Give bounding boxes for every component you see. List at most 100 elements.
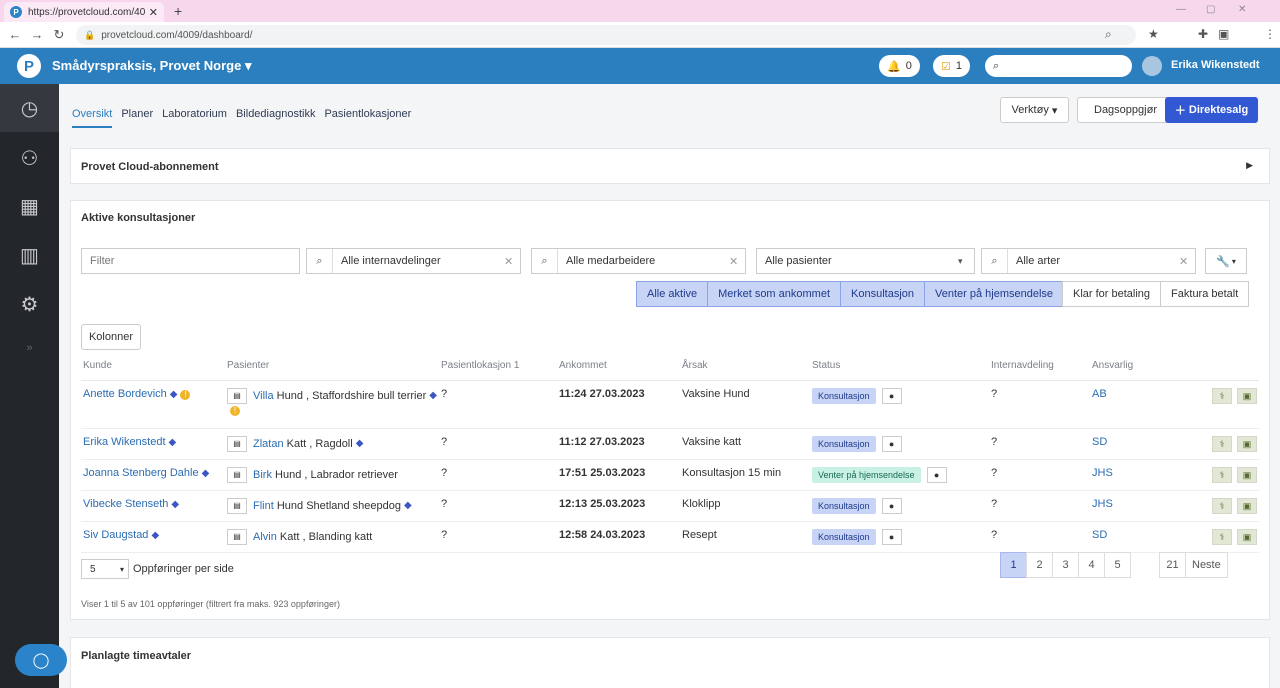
tag-button-icon[interactable]: ● <box>881 387 902 404</box>
columns-button[interactable]: Kolonner <box>81 324 141 350</box>
column-header[interactable]: Pasientlokasjon 1 <box>439 351 557 381</box>
stethoscope-icon[interactable]: ⚕ <box>1212 435 1232 452</box>
chat-button[interactable]: ◯ <box>15 644 67 676</box>
column-header[interactable]: Kunde <box>81 351 225 381</box>
patient-link[interactable]: Alvin <box>253 530 277 542</box>
browser-tab[interactable]: P https://provetcloud.com/4009/d ✕ <box>4 2 164 22</box>
responsible-cell[interactable]: JHS <box>1090 490 1170 522</box>
provet-logo-icon[interactable]: P <box>17 54 41 78</box>
column-header[interactable]: Pasienter <box>225 351 439 381</box>
status-badge[interactable]: Konsultasjon <box>812 435 876 452</box>
customer-link[interactable]: Joanna Stenberg Dahle <box>83 467 199 479</box>
page-2-button[interactable]: 2 <box>1026 552 1053 578</box>
window-close-icon[interactable]: ✕ <box>1238 4 1246 15</box>
stethoscope-icon[interactable]: ⚕ <box>1212 528 1232 545</box>
patient-link[interactable]: Birk <box>253 468 272 480</box>
customer-link[interactable]: Vibecke Stenseth <box>83 498 168 510</box>
patient-record-icon[interactable]: ▤ <box>227 435 247 452</box>
column-header[interactable]: Status <box>810 351 989 381</box>
column-header[interactable]: Internavdeling <box>989 351 1090 381</box>
status-ready-for-payment[interactable]: Klar for betaling <box>1062 281 1162 307</box>
extensions-icon[interactable]: ✚ <box>1198 27 1208 41</box>
stethoscope-icon[interactable]: ⚕ <box>1212 497 1232 514</box>
tools-dropdown-button[interactable]: Verktøy ▾ <box>1000 97 1069 123</box>
patient-record-icon[interactable]: ▤ <box>227 528 247 545</box>
subscription-panel[interactable]: Provet Cloud-abonnement ▶ <box>70 148 1270 184</box>
page-size-select[interactable]: 5 ▾ <box>81 559 129 579</box>
patient-record-icon[interactable]: ▤ <box>227 466 247 483</box>
next-page-button[interactable]: Neste <box>1185 552 1228 578</box>
tag-button-icon[interactable]: ● <box>881 497 902 514</box>
status-invoice-paid[interactable]: Faktura betalt <box>1160 281 1250 307</box>
global-search[interactable]: ⌕ <box>985 55 1132 77</box>
cash-icon[interactable]: ▣ <box>1237 497 1257 514</box>
tab-bildediagnostikk[interactable]: Bildediagnostikk <box>236 108 316 128</box>
gear-icon[interactable]: ⚙ <box>0 280 59 328</box>
stethoscope-icon[interactable]: ⚕ <box>1212 466 1232 483</box>
zoom-icon[interactable]: ⌕ <box>1105 27 1112 42</box>
staff-filter[interactable]: ⌕ Alle medarbeidere ✕ <box>531 248 746 274</box>
notifications-button[interactable]: 🔔 0 <box>879 55 920 77</box>
status-badge[interactable]: Venter på hjemsendelse <box>812 466 921 483</box>
reports-chart-icon[interactable]: ▥ <box>0 231 59 279</box>
cash-icon[interactable]: ▣ <box>1237 466 1257 483</box>
page-1-button[interactable]: 1 <box>1000 552 1027 578</box>
customer-link[interactable]: Anette Bordevich <box>83 388 167 400</box>
status-awaiting-discharge[interactable]: Venter på hjemsendelse <box>924 281 1065 307</box>
page-3-button[interactable]: 3 <box>1052 552 1079 578</box>
daily-settlement-button[interactable]: Dagsoppgjør <box>1077 97 1174 123</box>
page-21-button[interactable]: 21 <box>1159 552 1186 578</box>
avatar[interactable] <box>1142 56 1162 76</box>
minimize-icon[interactable]: — <box>1176 4 1186 15</box>
tag-button-icon[interactable]: ● <box>881 435 902 452</box>
dashboard-gauge-icon[interactable]: ◷ <box>0 84 59 132</box>
clear-icon[interactable]: ✕ <box>504 255 520 268</box>
clear-icon[interactable]: ✕ <box>729 255 745 268</box>
filter-field[interactable] <box>81 248 300 274</box>
status-consultation[interactable]: Konsultasjon <box>840 281 926 307</box>
species-filter[interactable]: ⌕ Alle arter ✕ <box>981 248 1196 274</box>
customer-link[interactable]: Erika Wikenstedt <box>83 436 166 448</box>
patient-link[interactable]: Zlatan <box>253 437 284 449</box>
tab-laboratorium[interactable]: Laboratorium <box>162 108 227 128</box>
url-field[interactable]: 🔒 provetcloud.com/4009/dashboard/ <box>76 25 1136 45</box>
clinic-selector[interactable]: Smådyrspraksis, Provet Norge ▾ <box>52 58 251 74</box>
tasks-button[interactable]: ☑ 1 <box>933 55 970 77</box>
status-badge[interactable]: Konsultasjon <box>812 387 876 404</box>
department-filter[interactable]: ⌕ Alle internavdelinger ✕ <box>306 248 521 274</box>
status-badge[interactable]: Konsultasjon <box>812 497 876 514</box>
patient-link[interactable]: Flint <box>253 499 274 511</box>
tag-button-icon[interactable]: ● <box>881 528 902 545</box>
tab-pasientlokasjoner[interactable]: Pasientlokasjoner <box>324 108 411 128</box>
clear-icon[interactable]: ✕ <box>1179 255 1195 268</box>
global-search-input[interactable] <box>1004 60 1115 72</box>
direct-sale-button[interactable]: ＋ Direktesalg <box>1165 97 1258 123</box>
forward-icon[interactable]: → <box>26 27 48 42</box>
cash-icon[interactable]: ▣ <box>1237 528 1257 545</box>
cash-icon[interactable]: ▣ <box>1237 387 1257 404</box>
responsible-cell[interactable]: AB <box>1090 380 1170 429</box>
expand-sidebar-icon[interactable]: » <box>0 324 59 372</box>
page-4-button[interactable]: 4 <box>1078 552 1105 578</box>
responsible-cell[interactable]: JHS <box>1090 459 1170 491</box>
column-header[interactable]: Ankommet <box>557 351 680 381</box>
maximize-icon[interactable]: ▢ <box>1206 4 1215 15</box>
status-badge[interactable]: Konsultasjon <box>812 528 876 545</box>
tab-planer[interactable]: Planer <box>121 108 153 128</box>
patient-record-icon[interactable]: ▤ <box>227 387 247 404</box>
user-name[interactable]: Erika Wikenstedt <box>1171 59 1260 71</box>
bookmark-star-icon[interactable]: ★ <box>1148 27 1159 41</box>
filter-input[interactable] <box>82 255 299 267</box>
patient-record-icon[interactable]: ▤ <box>227 497 247 514</box>
caret-right-icon[interactable]: ▶ <box>1246 160 1253 171</box>
responsible-cell[interactable]: SD <box>1090 521 1170 553</box>
back-icon[interactable]: ← <box>4 27 26 42</box>
sidepanel-icon[interactable]: ▣ <box>1218 27 1229 41</box>
tab-oversikt[interactable]: Oversikt <box>72 108 113 128</box>
page-5-button[interactable]: 5 <box>1104 552 1131 578</box>
browser-menu-icon[interactable]: ⋮ <box>1264 27 1276 41</box>
responsible-cell[interactable]: SD <box>1090 428 1170 460</box>
column-header[interactable]: Årsak <box>680 351 810 381</box>
clients-patients-icon[interactable]: ⚇ <box>0 134 59 182</box>
customer-link[interactable]: Siv Daugstad <box>83 529 148 541</box>
